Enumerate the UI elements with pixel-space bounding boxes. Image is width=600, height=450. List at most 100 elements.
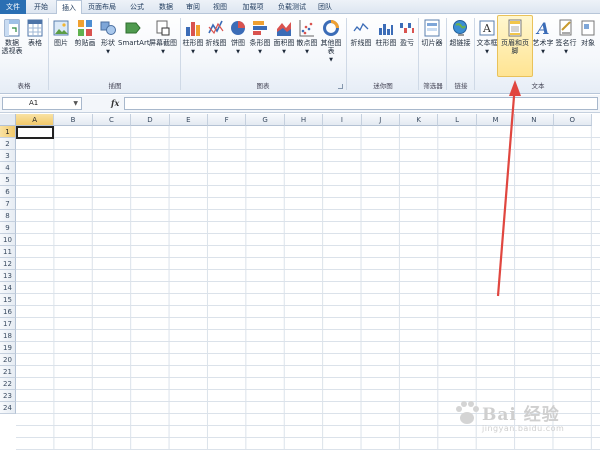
tab-formulas[interactable]: 公式 bbox=[122, 0, 152, 14]
clipart-button[interactable]: 剪贴画 bbox=[72, 19, 98, 47]
shapes-button[interactable]: 形状 ▼ bbox=[98, 19, 118, 56]
row-header-19[interactable]: 19 bbox=[0, 342, 16, 354]
column-chart-button[interactable]: 柱形图 ▼ bbox=[182, 19, 204, 56]
column-header-d[interactable]: D bbox=[131, 114, 170, 126]
row-header-16[interactable]: 16 bbox=[0, 306, 16, 318]
wordart-label: 艺术字 bbox=[532, 39, 554, 47]
smartart-button[interactable]: SmartArt bbox=[118, 19, 150, 47]
name-box[interactable]: A1 ▼ bbox=[2, 97, 82, 110]
group-divider bbox=[446, 18, 447, 90]
tab-addins[interactable]: 加载项 bbox=[234, 0, 272, 14]
dropdown-arrow-icon: ▼ bbox=[541, 49, 545, 55]
row-header-7[interactable]: 7 bbox=[0, 198, 16, 210]
row-header-5[interactable]: 5 bbox=[0, 174, 16, 186]
slicer-label: 切片器 bbox=[421, 39, 443, 47]
column-header-f[interactable]: F bbox=[208, 114, 247, 126]
signature-line-button[interactable]: 签名行 ▼ bbox=[554, 19, 578, 56]
area-chart-button[interactable]: 面积图 ▼ bbox=[272, 19, 296, 56]
picture-button[interactable]: 图片 bbox=[50, 19, 72, 47]
sparkline-column-label: 柱形图 bbox=[375, 39, 397, 47]
row-header-2[interactable]: 2 bbox=[0, 138, 16, 150]
object-label: 对象 bbox=[581, 39, 595, 47]
bar-chart-button[interactable]: 条形图 ▼ bbox=[248, 19, 272, 56]
pivot-table-label-2: 透视表 bbox=[1, 47, 23, 55]
row-header-22[interactable]: 22 bbox=[0, 378, 16, 390]
row-header-10[interactable]: 10 bbox=[0, 234, 16, 246]
group-label-links: 链接 bbox=[454, 82, 468, 90]
globe-link-icon bbox=[453, 20, 467, 36]
row-header-24[interactable]: 24 bbox=[0, 402, 16, 414]
tab-load-test[interactable]: 负载测试 bbox=[272, 0, 312, 14]
row-header-6[interactable]: 6 bbox=[0, 186, 16, 198]
area-chart-icon bbox=[277, 22, 291, 36]
slicer-button[interactable]: 切片器 bbox=[420, 19, 444, 47]
column-header-e[interactable]: E bbox=[169, 114, 208, 126]
charts-dialog-launcher-icon[interactable] bbox=[338, 84, 343, 89]
insert-function-icon[interactable]: fx bbox=[111, 97, 123, 110]
sparkline-column-button[interactable]: 柱形图 bbox=[374, 19, 398, 47]
row-header-18[interactable]: 18 bbox=[0, 330, 16, 342]
tab-data[interactable]: 数据 bbox=[152, 0, 180, 14]
column-header-m[interactable]: M bbox=[476, 114, 516, 126]
wordart-button[interactable]: A 艺术字 ▼ bbox=[532, 19, 554, 56]
column-header-o[interactable]: O bbox=[553, 114, 592, 126]
row-header-11[interactable]: 11 bbox=[0, 246, 16, 258]
row-header-23[interactable]: 23 bbox=[0, 390, 16, 402]
doughnut-chart-icon bbox=[323, 20, 339, 36]
row-header-3[interactable]: 3 bbox=[0, 150, 16, 162]
table-icon bbox=[27, 19, 43, 37]
column-header-k[interactable]: K bbox=[400, 114, 439, 126]
name-box-dropdown-icon[interactable]: ▼ bbox=[73, 98, 78, 109]
textbox-button[interactable]: A 文本框 ▼ bbox=[476, 19, 498, 56]
line-chart-button[interactable]: 折线图 ▼ bbox=[204, 19, 228, 56]
tab-team[interactable]: 团队 bbox=[312, 0, 338, 14]
tab-review[interactable]: 审阅 bbox=[180, 0, 206, 14]
hyperlink-button[interactable]: 超链接 bbox=[448, 19, 472, 47]
tab-view[interactable]: 视图 bbox=[206, 0, 234, 14]
row-header-4[interactable]: 4 bbox=[0, 162, 16, 174]
sparkline-line-button[interactable]: 折线图 bbox=[348, 19, 374, 47]
pivot-table-button[interactable]: 数据 透视表 bbox=[0, 19, 24, 55]
column-header-i[interactable]: I bbox=[323, 114, 362, 126]
tab-insert[interactable]: 插入 bbox=[56, 0, 82, 15]
column-header-b[interactable]: B bbox=[54, 114, 93, 126]
column-header-h[interactable]: H bbox=[284, 114, 324, 126]
hyperlink-label: 超链接 bbox=[449, 39, 471, 47]
row-header-20[interactable]: 20 bbox=[0, 354, 16, 366]
ribbon-tab-bar: 文件 开始 插入 页面布局 公式 数据 审阅 视图 加载项 负载测试 团队 bbox=[0, 0, 600, 15]
tab-home[interactable]: 开始 bbox=[26, 0, 56, 14]
signature-line-label: 签名行 bbox=[555, 39, 577, 47]
row-header-21[interactable]: 21 bbox=[0, 366, 16, 378]
column-header-n[interactable]: N bbox=[515, 114, 554, 126]
other-charts-button[interactable]: 其他图表 ▼ bbox=[318, 19, 344, 64]
column-header-c[interactable]: C bbox=[92, 114, 132, 126]
column-header-j[interactable]: J bbox=[361, 114, 400, 126]
header-footer-icon bbox=[508, 19, 522, 37]
formula-input[interactable] bbox=[124, 97, 598, 110]
column-header-a[interactable]: A bbox=[16, 114, 55, 126]
svg-text:A: A bbox=[535, 19, 549, 37]
group-divider bbox=[48, 18, 49, 90]
object-button[interactable]: 对象 bbox=[578, 19, 598, 47]
row-header-15[interactable]: 15 bbox=[0, 294, 16, 306]
row-header-1[interactable]: 1 bbox=[0, 126, 16, 138]
group-divider bbox=[346, 18, 347, 90]
row-header-13[interactable]: 13 bbox=[0, 270, 16, 282]
select-all-corner[interactable] bbox=[0, 114, 16, 126]
table-button[interactable]: 表格 bbox=[24, 19, 46, 47]
pie-chart-button[interactable]: 饼图 ▼ bbox=[228, 19, 248, 56]
scatter-chart-button[interactable]: 散点图 ▼ bbox=[296, 19, 318, 56]
tab-file[interactable]: 文件 bbox=[0, 0, 26, 14]
row-header-12[interactable]: 12 bbox=[0, 258, 16, 270]
header-footer-button[interactable]: 页眉和页脚 bbox=[498, 19, 532, 55]
sparkline-winloss-button[interactable]: 盈亏 bbox=[398, 19, 416, 47]
column-header-l[interactable]: L bbox=[438, 114, 477, 126]
row-header-8[interactable]: 8 bbox=[0, 210, 16, 222]
row-header-14[interactable]: 14 bbox=[0, 282, 16, 294]
screenshot-button[interactable]: 屏幕截图 ▼ bbox=[148, 19, 178, 56]
row-header-9[interactable]: 9 bbox=[0, 222, 16, 234]
row-header-17[interactable]: 17 bbox=[0, 318, 16, 330]
column-header-g[interactable]: G bbox=[246, 114, 285, 126]
active-cell-a1[interactable] bbox=[16, 126, 54, 139]
tab-page-layout[interactable]: 页面布局 bbox=[82, 0, 122, 14]
